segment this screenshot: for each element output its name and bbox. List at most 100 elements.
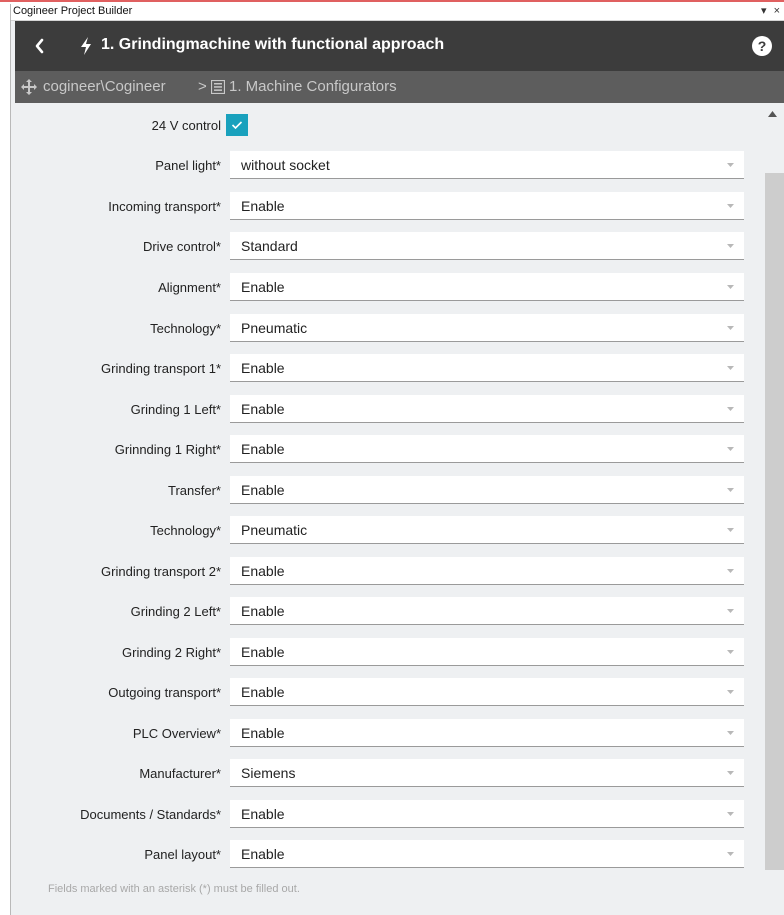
field-row-technology-1: Technology* Pneumatic — [15, 314, 761, 342]
breadcrumb-current: 1. Machine Configurators — [229, 78, 397, 95]
field-label: Alignment* — [158, 280, 221, 295]
field-label: Manufacturer* — [139, 766, 221, 781]
caret-down-icon — [727, 488, 734, 492]
technology-dropdown[interactable]: Pneumatic — [230, 314, 744, 342]
checkbox-row-24v-control: 24 V control — [15, 114, 761, 136]
field-label: Technology* — [150, 321, 221, 336]
dropdown-value: without socket — [241, 157, 330, 173]
field-label: PLC Overview* — [132, 726, 221, 741]
caret-down-icon — [727, 569, 734, 573]
field-label: Outgoing transport* — [108, 685, 221, 700]
field-row-plc-overview: PLC Overview* Enable — [15, 719, 761, 747]
dropdown-value: Standard — [241, 238, 298, 254]
field-label: Panel layout* — [144, 847, 221, 862]
drive-control-dropdown[interactable]: Standard — [230, 232, 744, 260]
dropdown-value: Enable — [241, 198, 285, 214]
24v-control-checkbox[interactable] — [226, 114, 248, 136]
caret-down-icon — [727, 812, 734, 816]
field-label: Grinding 2 Left* — [130, 604, 221, 619]
scrollbar-thumb[interactable] — [765, 173, 784, 870]
required-fields-note: Fields marked with an asterisk (*) must … — [48, 883, 300, 895]
dropdown-value: Enable — [241, 603, 285, 619]
field-row-grinding-2-right: Grinding 2 Right* Enable — [15, 638, 761, 666]
move-icon — [21, 79, 37, 95]
dropdown-value: Enable — [241, 684, 285, 700]
alignment-dropdown[interactable]: Enable — [230, 273, 744, 301]
incoming-transport-dropdown[interactable]: Enable — [230, 192, 744, 220]
transfer-dropdown[interactable]: Enable — [230, 476, 744, 504]
caret-down-icon — [727, 163, 734, 167]
dropdown-value: Enable — [241, 725, 285, 741]
caret-down-icon — [727, 690, 734, 694]
field-row-grinding-1-right: Grinnding 1 Right* Enable — [15, 435, 761, 463]
field-row-grinding-1-left: Grinding 1 Left* Enable — [15, 395, 761, 423]
dropdown-value: Siemens — [241, 765, 296, 781]
caret-down-icon — [727, 244, 734, 248]
dropdown-value: Enable — [241, 279, 285, 295]
documents-standards-dropdown[interactable]: Enable — [230, 800, 744, 828]
caret-down-icon — [727, 852, 734, 856]
back-button[interactable] — [15, 21, 63, 71]
grinding-transport-2-dropdown[interactable]: Enable — [230, 557, 744, 585]
breadcrumb: cogineer\Cogineer > 1. Machine Configura… — [15, 71, 784, 103]
field-row-documents-standards: Documents / Standards* Enable — [15, 800, 761, 828]
help-icon[interactable]: ? — [752, 36, 772, 56]
field-row-grinding-2-left: Grinding 2 Left* Enable — [15, 597, 761, 625]
checkbox-label: 24 V control — [151, 118, 221, 133]
field-row-transfer: Transfer* Enable — [15, 476, 761, 504]
panel-layout-dropdown[interactable]: Enable — [230, 840, 744, 868]
dropdown-value: Enable — [241, 846, 285, 862]
dropdown-value: Enable — [241, 644, 285, 660]
field-label: Grinding transport 1* — [101, 361, 221, 376]
caret-down-icon — [727, 650, 734, 654]
field-row-technology-2: Technology* Pneumatic — [15, 516, 761, 544]
manufacturer-dropdown[interactable]: Siemens — [230, 759, 744, 787]
caret-down-icon — [727, 204, 734, 208]
grinding-transport-1-dropdown[interactable]: Enable — [230, 354, 744, 382]
app-panel: Cogineer Project Builder ▾ × 1. Grinding… — [10, 4, 784, 915]
window-top-border — [0, 0, 784, 2]
dropdown-value: Enable — [241, 360, 285, 376]
dropdown-value: Pneumatic — [241, 522, 308, 538]
outgoing-transport-dropdown[interactable]: Enable — [230, 678, 744, 706]
caret-down-icon — [727, 609, 734, 613]
caret-down-icon — [727, 326, 734, 330]
grinding-2-left-dropdown[interactable]: Enable — [230, 597, 744, 625]
configurator-form: 24 V control Panel light* without socket… — [15, 103, 761, 915]
field-label: Panel light* — [155, 158, 221, 173]
field-label: Grinding 1 Left* — [130, 402, 221, 417]
field-label: Grinnding 1 Right* — [114, 442, 221, 457]
grinding-1-right-dropdown[interactable]: Enable — [230, 435, 744, 463]
panel-light-dropdown[interactable]: without socket — [230, 151, 744, 179]
grinding-1-left-dropdown[interactable]: Enable — [230, 395, 744, 423]
field-row-grinding-transport-2: Grinding transport 2* Enable — [15, 557, 761, 585]
grinding-2-right-dropdown[interactable]: Enable — [230, 638, 744, 666]
field-row-panel-layout: Panel layout* Enable — [15, 840, 761, 868]
page-title: 1. Grindingmachine with functional appro… — [101, 36, 445, 53]
close-icon[interactable]: × — [774, 5, 780, 17]
caret-down-icon — [727, 407, 734, 411]
dropdown-value: Enable — [241, 401, 285, 417]
checkmark-icon — [231, 121, 243, 130]
dropdown-value: Pneumatic — [241, 320, 308, 336]
caret-down-icon — [727, 285, 734, 289]
field-row-manufacturer: Manufacturer* Siemens — [15, 759, 761, 787]
dropdown-value: Enable — [241, 806, 285, 822]
field-label: Documents / Standards* — [80, 807, 221, 822]
chevron-left-icon — [35, 38, 44, 54]
field-row-outgoing-transport: Outgoing transport* Enable — [15, 678, 761, 706]
field-label: Transfer* — [168, 483, 221, 498]
breadcrumb-root-link[interactable]: cogineer\Cogineer — [43, 78, 166, 95]
pin-dropdown-icon[interactable]: ▾ — [761, 5, 767, 17]
plc-overview-dropdown[interactable]: Enable — [230, 719, 744, 747]
caret-up-icon[interactable] — [768, 111, 777, 117]
caret-down-icon — [727, 366, 734, 370]
list-icon — [211, 80, 225, 94]
field-row-panel-light: Panel light* without socket — [15, 151, 761, 179]
technology-dropdown[interactable]: Pneumatic — [230, 516, 744, 544]
window-controls: ▾ × — [757, 4, 780, 17]
vertical-scrollbar[interactable] — [761, 103, 784, 915]
field-label: Grinding 2 Right* — [122, 645, 221, 660]
field-row-grinding-transport-1: Grinding transport 1* Enable — [15, 354, 761, 382]
breadcrumb-separator: > — [198, 78, 207, 95]
